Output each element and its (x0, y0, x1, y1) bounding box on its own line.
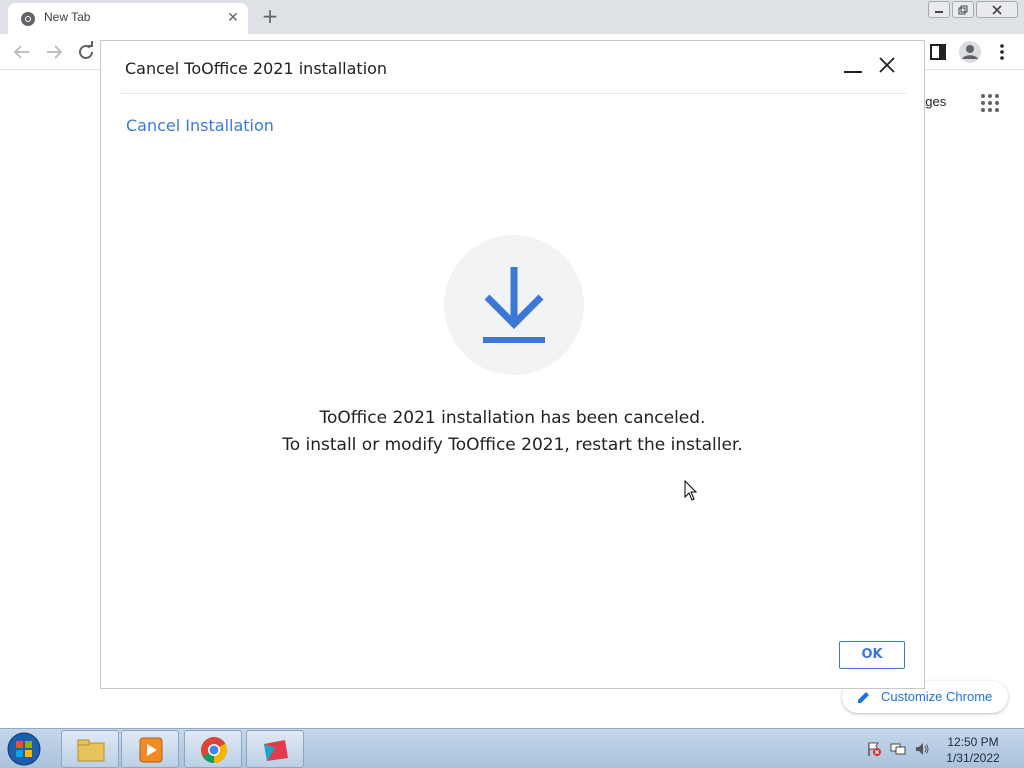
customize-chrome-label: Customize Chrome (881, 689, 993, 704)
download-badge (444, 235, 584, 375)
window-minimize-button[interactable] (928, 1, 950, 18)
chrome-favicon-icon (21, 12, 35, 26)
google-apps-icon[interactable] (980, 93, 1000, 113)
taskbar-app-media-player[interactable] (121, 730, 179, 768)
back-arrow-icon[interactable] (10, 40, 34, 64)
clock-time[interactable]: 12:50 PM (940, 735, 1006, 749)
window-restore-button[interactable] (952, 1, 974, 18)
ok-button[interactable]: OK (839, 641, 905, 669)
more-menu-icon[interactable] (990, 40, 1014, 64)
windows-start-button[interactable] (4, 731, 44, 767)
dialog-subtitle: Cancel Installation (126, 116, 274, 135)
taskbar-app-explorer[interactable] (61, 730, 119, 768)
installer-dialog: Cancel ToOffice 2021 installation Cancel… (100, 40, 925, 689)
dialog-message-line2: To install or modify ToOffice 2021, rest… (282, 435, 743, 455)
taskbar-app-chrome[interactable] (184, 730, 242, 768)
volume-icon[interactable] (914, 741, 930, 757)
close-icon (992, 5, 1002, 15)
tab-strip: New Tab ✕ + (0, 0, 1024, 34)
media-player-icon (139, 737, 163, 763)
mouse-cursor-icon (684, 480, 698, 501)
forward-arrow-icon[interactable] (42, 40, 66, 64)
restore-icon (958, 5, 968, 15)
dialog-title: Cancel ToOffice 2021 installation (125, 59, 388, 78)
clock-date[interactable]: 1/31/2022 (940, 751, 1006, 765)
download-arrow-icon (483, 267, 545, 343)
tab-title: New Tab (44, 10, 91, 24)
window-close-button[interactable] (976, 1, 1018, 18)
side-panel-icon[interactable] (926, 40, 950, 64)
taskbar-app-installer[interactable] (246, 730, 304, 768)
reload-icon[interactable] (74, 40, 98, 64)
action-center-flag-icon[interactable] (866, 741, 882, 757)
dialog-close-icon[interactable] (877, 55, 897, 75)
tab-close-icon[interactable]: ✕ (222, 7, 244, 29)
dialog-divider (121, 93, 906, 94)
network-icon[interactable] (890, 741, 906, 757)
installer-app-icon (264, 740, 288, 761)
chrome-icon (201, 737, 228, 764)
dialog-message-line1: ToOffice 2021 installation has been canc… (319, 408, 706, 428)
profile-avatar-icon[interactable] (958, 40, 982, 64)
tab-new-tab[interactable]: New Tab ✕ (8, 3, 248, 34)
dialog-minimize-icon[interactable] (843, 55, 863, 75)
pencil-icon (858, 692, 869, 703)
taskbar: 12:50 PM 1/31/2022 (0, 728, 1024, 768)
minimize-icon (935, 11, 943, 13)
folder-icon (77, 739, 105, 762)
new-tab-button[interactable]: + (258, 5, 282, 29)
